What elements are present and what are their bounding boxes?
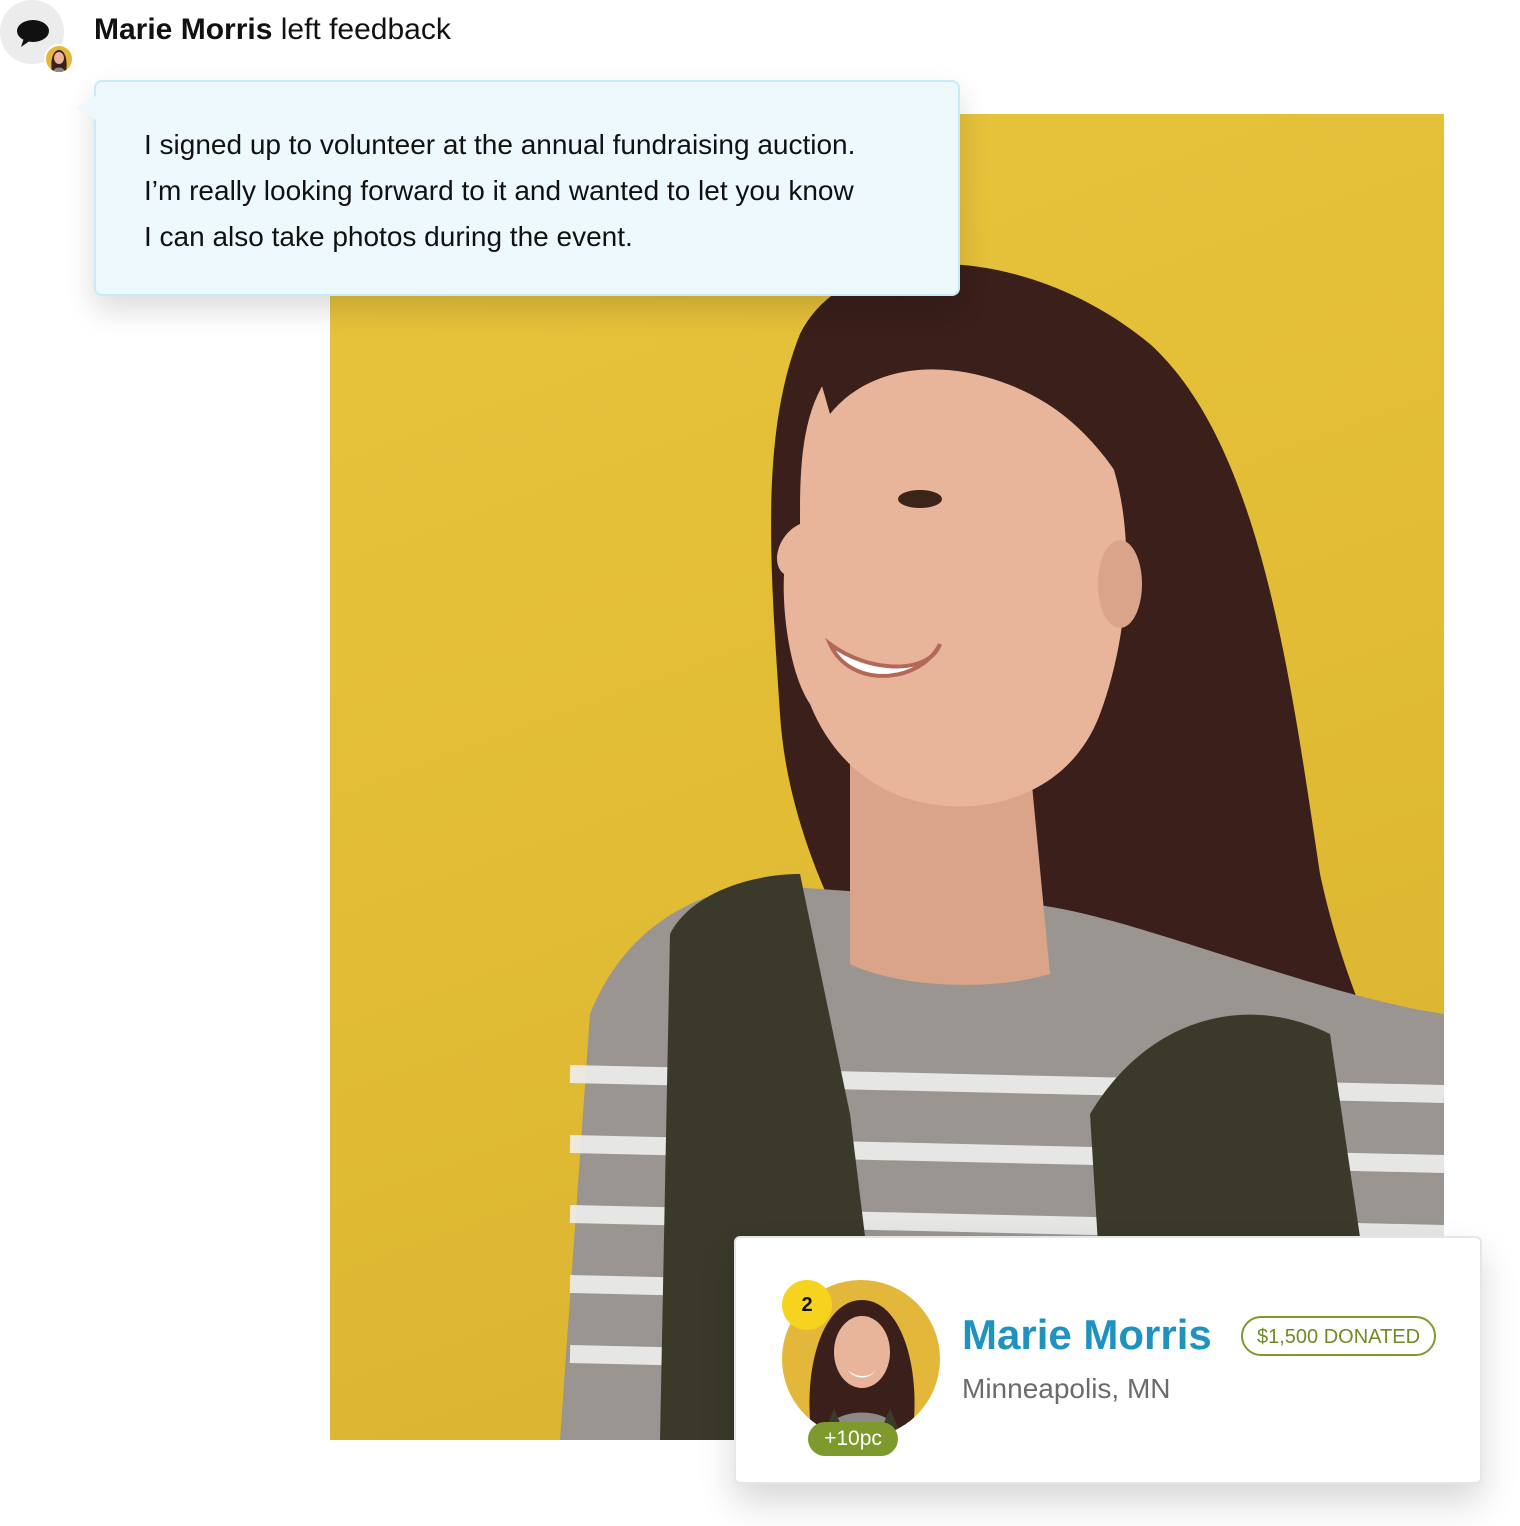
- feedback-icon-container: [0, 0, 74, 74]
- speech-bubble-icon: [17, 20, 49, 47]
- feedback-message: I signed up to volunteer at the annual f…: [144, 122, 944, 260]
- donor-location: Minneapolis, MN: [962, 1373, 1171, 1404]
- feedback-message-line: I signed up to volunteer at the annual f…: [144, 129, 856, 160]
- donor-name[interactable]: Marie Morris: [962, 1310, 1212, 1360]
- feedback-message-bubble: I signed up to volunteer at the annual f…: [94, 80, 960, 296]
- author-mini-avatar-portrait: [51, 50, 67, 72]
- feedback-message-line: I’m really looking forward to it and wan…: [144, 175, 854, 206]
- donor-profile-card[interactable]: 2 +10pc Marie Morris $1,500 DONATED Minn…: [734, 1236, 1482, 1484]
- feedback-author-name[interactable]: Marie Morris: [94, 13, 272, 46]
- author-mini-avatar: [44, 44, 74, 74]
- points-badge: +10pc: [808, 1422, 898, 1456]
- feedback-message-line: I can also take photos during the event.: [144, 221, 633, 252]
- feedback-title: Marie Morris left feedback: [94, 10, 451, 50]
- feedback-bubble-tail: [76, 96, 96, 120]
- donated-amount-badge: $1,500 DONATED: [1241, 1316, 1437, 1356]
- feedback-action-text: left feedback: [272, 13, 451, 46]
- rank-badge: 2: [782, 1280, 832, 1330]
